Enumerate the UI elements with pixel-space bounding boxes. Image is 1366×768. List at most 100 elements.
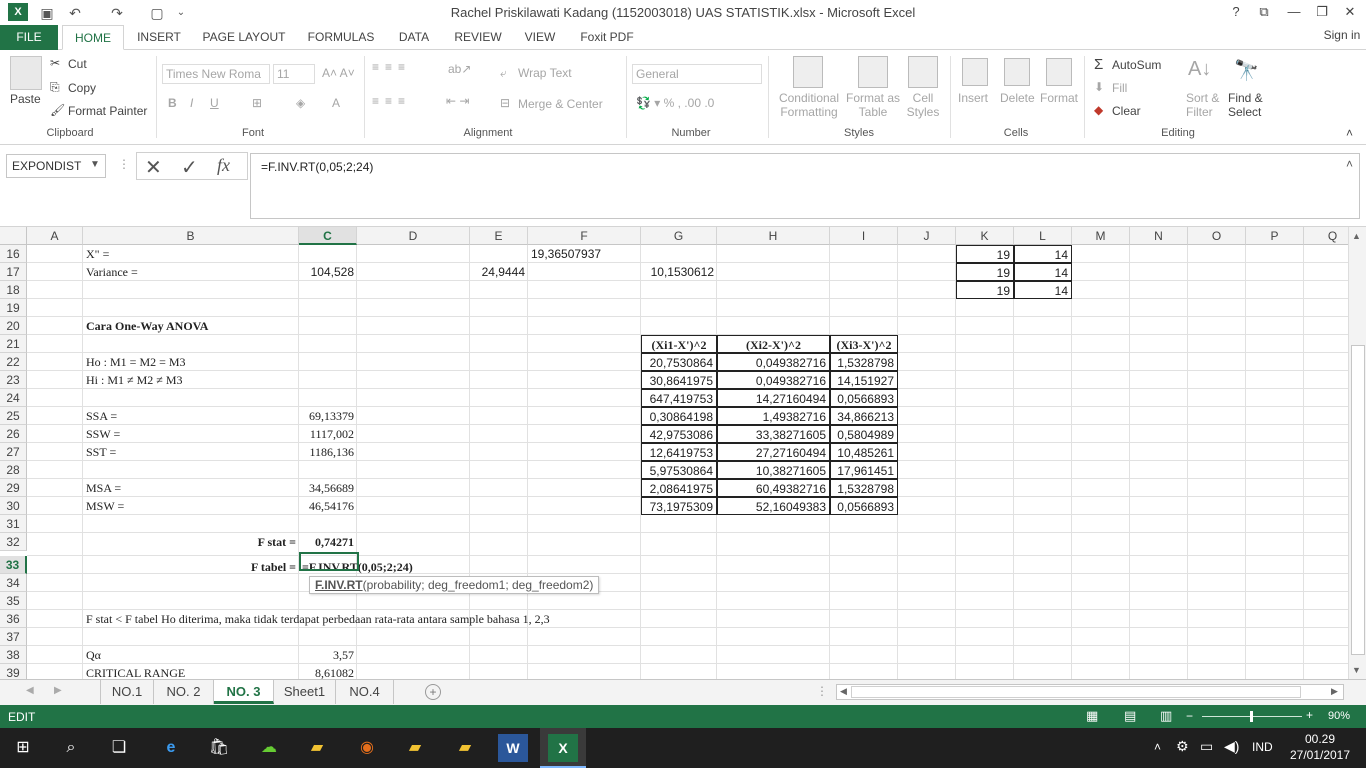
row-header-35[interactable]: 35 bbox=[0, 592, 27, 610]
column-header-n[interactable]: N bbox=[1130, 227, 1188, 245]
row-header-26[interactable]: 26 bbox=[0, 425, 27, 443]
select-all-corner[interactable] bbox=[0, 227, 27, 245]
folder-search-icon[interactable]: ▰ bbox=[450, 734, 480, 762]
tab-file[interactable]: FILE bbox=[0, 25, 58, 50]
cell-l17[interactable]: 14 bbox=[1014, 263, 1072, 281]
folder-icon[interactable]: ▰ bbox=[400, 734, 430, 762]
sign-in-link[interactable]: Sign in bbox=[1320, 23, 1364, 48]
column-header-m[interactable]: M bbox=[1072, 227, 1130, 245]
vertical-align-icons[interactable]: ≡≡≡ bbox=[372, 60, 411, 74]
file-explorer-icon[interactable]: ▰ bbox=[302, 734, 332, 762]
find-select-icon[interactable]: 🔭 bbox=[1234, 58, 1259, 83]
fill-button[interactable]: Fill bbox=[1112, 81, 1127, 95]
cell-b22[interactable]: Ho : M1 = M2 = M3 bbox=[83, 353, 299, 371]
insert-cells-button[interactable]: Insert bbox=[958, 91, 988, 105]
cancel-icon[interactable]: ✕ bbox=[145, 155, 162, 180]
conditional-formatting-button[interactable]: Conditional Formatting bbox=[778, 91, 840, 119]
format-cells-icon[interactable] bbox=[1046, 58, 1072, 86]
normal-view-icon[interactable]: ▦ bbox=[1086, 708, 1098, 724]
sort-filter-icon[interactable]: A↓ bbox=[1188, 58, 1211, 81]
table-cell[interactable]: 73,1975309 bbox=[641, 497, 717, 515]
task-view-icon[interactable]: ❏ bbox=[104, 734, 134, 762]
cell-c38[interactable]: 3,57 bbox=[299, 646, 357, 664]
fill-color-icon[interactable]: ◈ bbox=[296, 96, 305, 110]
cell-c30[interactable]: 46,54176 bbox=[299, 497, 357, 515]
insert-cells-icon[interactable] bbox=[962, 58, 988, 86]
horizontal-align-icons[interactable]: ≡≡≡ bbox=[372, 94, 411, 108]
increase-font-icon[interactable]: A˄ A˅ bbox=[322, 66, 355, 80]
scroll-up-icon[interactable]: ▲ bbox=[1352, 231, 1361, 241]
row-header-39[interactable]: 39 bbox=[0, 664, 27, 679]
cell-b32[interactable]: F stat = bbox=[83, 533, 299, 551]
table-cell[interactable]: 34,866213 bbox=[830, 407, 898, 425]
column-header-l[interactable]: L bbox=[1014, 227, 1072, 245]
zoom-slider-thumb[interactable] bbox=[1250, 711, 1253, 722]
clear-button[interactable]: Clear bbox=[1112, 104, 1141, 118]
cell-b29[interactable]: MSA = bbox=[83, 479, 299, 497]
row-header-37[interactable]: 37 bbox=[0, 628, 27, 646]
tab-insert[interactable]: INSERT bbox=[132, 25, 186, 50]
sheet-tab-no2[interactable]: NO. 2 bbox=[154, 680, 214, 704]
row-header-23[interactable]: 23 bbox=[0, 371, 27, 389]
table-cell[interactable]: 0,0566893 bbox=[830, 389, 898, 407]
column-header-a[interactable]: A bbox=[27, 227, 83, 245]
table-cell[interactable]: 27,27160494 bbox=[717, 443, 830, 461]
insert-function-icon[interactable]: fx bbox=[217, 155, 230, 176]
next-sheet-icon[interactable]: ▶ bbox=[54, 685, 62, 696]
cell-c39[interactable]: 8,61082 bbox=[299, 664, 357, 679]
row-header-29[interactable]: 29 bbox=[0, 479, 27, 497]
column-header-h[interactable]: H bbox=[717, 227, 830, 245]
table-cell[interactable]: 1,5328798 bbox=[830, 353, 898, 371]
cell-b30[interactable]: MSW = bbox=[83, 497, 299, 515]
font-name-select[interactable]: Times New Roma bbox=[162, 64, 270, 84]
format-painter-button[interactable]: Format Painter bbox=[68, 104, 147, 118]
row-header-28[interactable]: 28 bbox=[0, 461, 27, 479]
tab-formulas[interactable]: FORMULAS bbox=[302, 25, 380, 50]
sheet-tab-sheet1[interactable]: Sheet1 bbox=[274, 680, 336, 704]
cell-b38[interactable]: Qα bbox=[83, 646, 299, 664]
collapse-formula-bar-icon[interactable]: ˄ bbox=[1346, 157, 1353, 171]
clear-icon[interactable]: ◆ bbox=[1094, 103, 1103, 117]
format-as-table-icon[interactable] bbox=[858, 56, 888, 88]
cell-c25[interactable]: 69,13379 bbox=[299, 407, 357, 425]
cell-styles-icon[interactable] bbox=[908, 56, 938, 88]
table-cell[interactable]: 14,27160494 bbox=[717, 389, 830, 407]
word-icon[interactable]: W bbox=[498, 734, 528, 762]
table-cell[interactable]: 0,30864198 bbox=[641, 407, 717, 425]
network-icon[interactable]: ⚙ bbox=[1176, 738, 1189, 755]
paste-button[interactable]: Paste bbox=[10, 92, 41, 106]
table-cell[interactable]: 1,49382716 bbox=[717, 407, 830, 425]
wrap-text-button[interactable]: Wrap Text bbox=[518, 66, 572, 80]
cell-b27[interactable]: SST = bbox=[83, 443, 299, 461]
table-cell[interactable]: 33,38271605 bbox=[717, 425, 830, 443]
zoom-out-icon[interactable]: − bbox=[1186, 709, 1193, 723]
cell-b25[interactable]: SSA = bbox=[83, 407, 299, 425]
cell-c29[interactable]: 34,56689 bbox=[299, 479, 357, 497]
row-header-36[interactable]: 36 bbox=[0, 610, 27, 628]
cell-l18[interactable]: 14 bbox=[1014, 281, 1072, 299]
copy-icon[interactable]: ⎘ bbox=[50, 80, 60, 95]
tab-data[interactable]: DATA bbox=[392, 25, 436, 50]
row-header-20[interactable]: 20 bbox=[0, 317, 27, 335]
column-header-j[interactable]: J bbox=[898, 227, 956, 245]
table-cell[interactable]: 14,151927 bbox=[830, 371, 898, 389]
search-icon[interactable]: ⌕ bbox=[56, 734, 86, 762]
input-language[interactable]: IND bbox=[1252, 740, 1273, 754]
tab-foxit-pdf[interactable]: Foxit PDF bbox=[574, 25, 640, 50]
font-size-select[interactable]: 11 bbox=[273, 64, 315, 84]
column-header-d[interactable]: D bbox=[357, 227, 470, 245]
orientation-icon[interactable]: ab↗ bbox=[448, 62, 471, 76]
format-as-table-button[interactable]: Format as Table bbox=[845, 91, 901, 119]
table-cell[interactable]: 0,0566893 bbox=[830, 497, 898, 515]
table-cell[interactable]: 12,6419753 bbox=[641, 443, 717, 461]
worksheet-grid[interactable]: ABCDEFGHIJKLMNOPQ 16 17 18 19 20 21 22 23 24 25 26… bbox=[0, 227, 1348, 679]
row-header-22[interactable]: 22 bbox=[0, 353, 27, 371]
row-header-17[interactable]: 17 bbox=[0, 263, 27, 281]
font-color-icon[interactable]: A bbox=[332, 96, 340, 110]
cell-b16[interactable]: X" = bbox=[83, 245, 299, 263]
prev-sheet-icon[interactable]: ◀ bbox=[26, 685, 34, 696]
cell-b20[interactable]: Cara One-Way ANOVA bbox=[83, 317, 299, 335]
show-hidden-icons-icon[interactable]: ˄ bbox=[1154, 740, 1161, 754]
cell-b33[interactable]: F tabel = bbox=[83, 556, 299, 579]
number-format-select[interactable]: General bbox=[632, 64, 762, 84]
